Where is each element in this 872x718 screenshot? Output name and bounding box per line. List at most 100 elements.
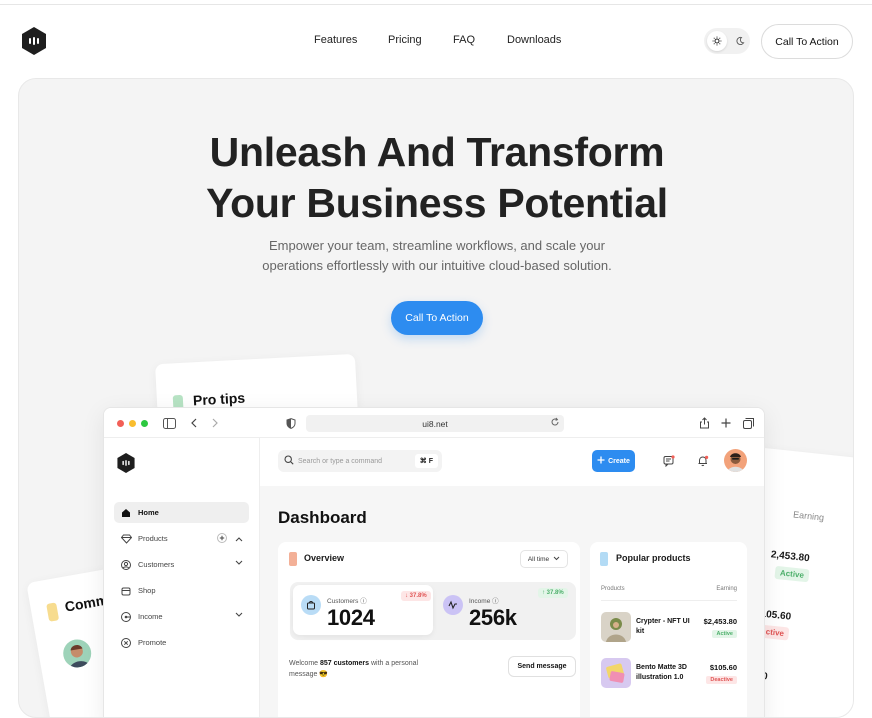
top-navbar: Features Pricing FAQ Downloads Call To A… (0, 20, 872, 64)
address-bar[interactable]: ui8.net (306, 415, 564, 432)
promote-icon (120, 637, 132, 649)
sidebar-item-label: Customers (138, 560, 175, 569)
chevron-down-icon[interactable] (235, 559, 243, 568)
sidebar-item-products[interactable]: Products (114, 528, 249, 549)
app-sidebar: Home Products Customers Shop Income Prom… (104, 438, 260, 717)
back-icon[interactable] (187, 416, 201, 430)
hero-subtitle-line-1: Empower your team, streamline workflows,… (269, 238, 605, 253)
create-button[interactable]: Create (592, 450, 635, 472)
customers-value: 1024 (327, 605, 375, 630)
customers-actions (235, 559, 243, 568)
sun-icon[interactable] (707, 31, 727, 51)
earning-value: 2,453.80 (770, 549, 811, 565)
customers-change-text: 37.8% (409, 593, 427, 599)
time-range-value: All time (527, 555, 550, 563)
column-header-earning: Earning (716, 586, 737, 592)
minimize-window-dot[interactable] (129, 420, 136, 427)
moon-icon[interactable] (730, 31, 750, 51)
brand-logo[interactable] (20, 26, 48, 56)
sidebar-toggle-icon[interactable] (162, 416, 176, 430)
close-window-dot[interactable] (117, 420, 124, 427)
shield-icon[interactable] (284, 416, 298, 430)
chevron-down-icon[interactable] (235, 611, 243, 620)
sidebar-item-promote[interactable]: Promote (114, 632, 249, 653)
sidebar-item-label: Products (138, 534, 168, 543)
income-actions (235, 611, 243, 620)
card-accent-bar (600, 552, 608, 566)
page-title: Dashboard (278, 508, 367, 527)
user-avatar[interactable] (724, 449, 747, 472)
welcome-message: Welcome 857 customers with a personal me… (289, 658, 419, 680)
hero-subtitle: Empower your team, streamline workflows,… (19, 236, 853, 276)
nav-link-pricing[interactable]: Pricing (388, 34, 422, 46)
customers-change-badge: ↓ 37.8% (401, 591, 431, 601)
app-logo[interactable] (116, 452, 136, 474)
status-badge: Active (774, 565, 810, 583)
sidebar-item-shop[interactable]: Shop (114, 580, 249, 601)
status-badge: Active (712, 630, 737, 638)
shopping-bag-icon (301, 595, 321, 615)
new-tab-icon[interactable] (719, 416, 733, 430)
product-thumbnail (601, 612, 631, 642)
nav-link-features[interactable]: Features (314, 34, 357, 46)
hero-subtitle-line-2: operations effortlessly with our intuiti… (262, 258, 612, 273)
product-row[interactable]: Bento Matte 3D illustration 1.0 $105.60 … (601, 658, 737, 690)
plus-icon (597, 456, 605, 466)
search-input[interactable]: Search or type a command ⌘ F (278, 450, 442, 472)
send-message-button[interactable]: Send message (508, 656, 576, 677)
product-name: Crypter - NFT UI kit (636, 618, 690, 635)
sidebar-item-label: Income (138, 612, 163, 621)
avatar (60, 637, 94, 670)
income-change-text: 37.8% (546, 590, 564, 596)
notification-bell-icon[interactable] (696, 454, 710, 468)
sidebar-item-label: Promote (138, 638, 167, 647)
add-icon[interactable] (217, 533, 227, 545)
nav-link-downloads[interactable]: Downloads (507, 34, 561, 46)
popular-products-title: Popular products (616, 553, 691, 563)
hero-title: Unleash And Transform Your Business Pote… (19, 127, 853, 229)
products-actions (217, 533, 243, 545)
income-value: 256k (469, 605, 517, 630)
column-header-products: Products (601, 586, 625, 592)
hero-cta-button[interactable]: Call To Action (391, 301, 483, 335)
theme-toggle[interactable] (704, 28, 750, 54)
create-label: Create (608, 457, 630, 465)
share-icon[interactable] (697, 416, 711, 430)
maximize-window-dot[interactable] (141, 420, 148, 427)
customers-stat-tile[interactable]: Customers ⓘ 1024 ↓ 37.8% (293, 585, 433, 635)
customers-label-text: Customers (327, 598, 359, 605)
product-thumbnail (601, 658, 631, 688)
top-divider (0, 4, 872, 5)
tabs-overview-icon[interactable] (741, 416, 755, 430)
product-name: Bento Matte 3D illustration 1.0 (636, 664, 687, 681)
sidebar-item-home[interactable]: Home (114, 502, 249, 523)
activity-icon (443, 595, 463, 615)
popular-products-card: Popular products Products Earning Crypte… (590, 542, 747, 717)
product-price: $2,453.80 (703, 617, 737, 626)
messages-icon[interactable] (662, 454, 676, 468)
user-circle-icon (120, 559, 132, 571)
nav-cta-button[interactable]: Call To Action (761, 24, 853, 59)
url-text: ui8.net (422, 418, 448, 429)
income-label: Income ⓘ (469, 595, 499, 605)
home-icon (120, 507, 132, 519)
time-range-select[interactable]: All time (520, 550, 568, 568)
sidebar-item-label: Home (138, 508, 159, 517)
product-row[interactable]: Crypter - NFT UI kit $2,453.80 Active (601, 612, 737, 644)
sidebar-item-income[interactable]: Income (114, 606, 249, 627)
hero-title-line-2: Your Business Potential (206, 180, 668, 226)
nav-link-faq[interactable]: FAQ (453, 34, 475, 46)
info-icon: ⓘ (360, 598, 367, 605)
product-price: $105.60 (709, 663, 737, 672)
forward-icon[interactable] (208, 416, 222, 430)
reload-icon[interactable] (550, 417, 560, 429)
card-accent-bar (289, 552, 297, 566)
chevron-up-icon[interactable] (235, 535, 243, 544)
income-icon (120, 611, 132, 623)
sidebar-item-label: Shop (138, 586, 156, 595)
chevron-down-icon (553, 556, 560, 563)
income-label-text: Income (469, 598, 491, 605)
app-header: Search or type a command ⌘ F Create (260, 438, 764, 486)
diamond-icon (120, 533, 132, 545)
sidebar-item-customers[interactable]: Customers (114, 554, 249, 575)
